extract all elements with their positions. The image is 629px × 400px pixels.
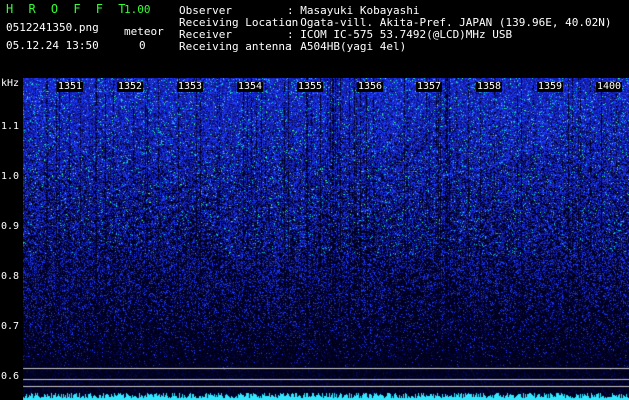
file-name: 0512241350.png [6,21,99,34]
x-tick-label: 1351 [57,81,84,92]
y-tick-label: 1.1 [1,121,20,132]
y-tick-label: 0.6 [1,371,20,382]
x-tick-label: 1400 [596,81,623,92]
y-tick-label: 0.7 [1,321,20,332]
x-tick-label: 1353 [177,81,204,92]
x-tick-label: 1359 [537,81,564,92]
x-tick-label: 1358 [476,81,503,92]
y-tick-label: 1.0 [1,171,20,182]
meteor-count: 0 [139,39,146,52]
antenna-value: : A504HB(yagi 4el) [287,40,407,53]
x-tick-label: 1352 [117,81,144,92]
timestamp: 05.12.24 13:50 [6,39,99,52]
x-tick-label: 1354 [237,81,264,92]
y-tick-label: 0.9 [1,221,20,232]
meteor-label: meteor [124,25,164,38]
y-tick-label: 0.8 [1,271,20,282]
app-version: 1.00 [124,3,151,16]
header-panel: H R O F F T 1.00 0512241350.png meteor 0… [0,0,629,78]
x-tick-label: 1355 [297,81,324,92]
x-tick-label: 1357 [416,81,443,92]
x-tick-label: 1356 [357,81,384,92]
app-brand: H R O F F T [6,2,130,16]
spectrogram-canvas [0,78,629,400]
y-axis-unit: kHz [1,78,20,89]
antenna-label: Receiving antenna [179,40,292,53]
